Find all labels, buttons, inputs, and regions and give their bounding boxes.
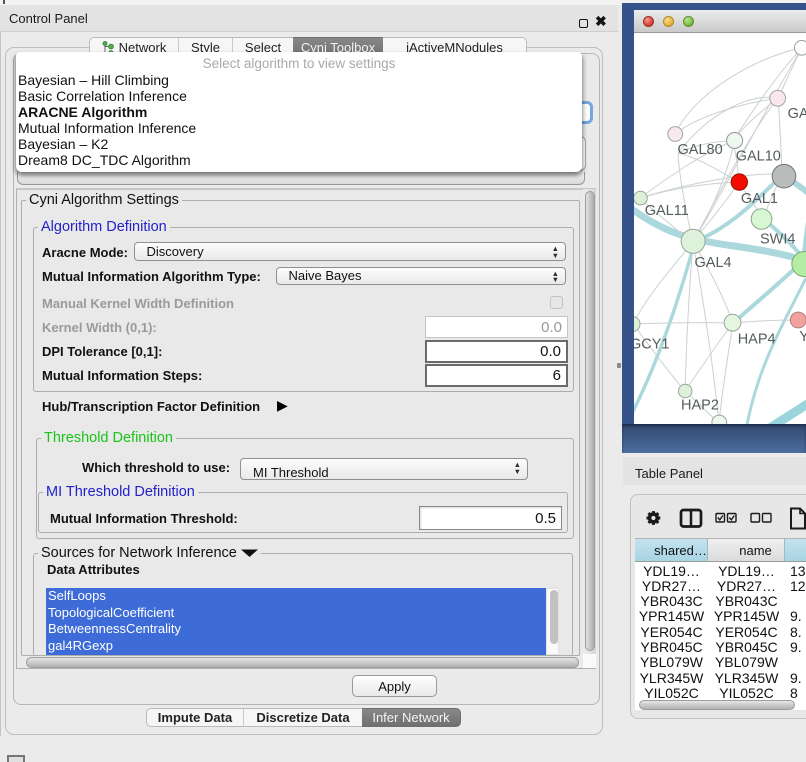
svg-text:HAP2: HAP2	[681, 397, 719, 413]
svg-text:GAL1: GAL1	[741, 191, 778, 207]
svg-text:GAL: GAL	[788, 106, 806, 122]
svg-text:GAL11: GAL11	[645, 202, 689, 218]
svg-text:GAL10: GAL10	[736, 148, 781, 164]
svg-text:SWI4: SWI4	[760, 231, 795, 247]
svg-text:GCY1: GCY1	[634, 336, 670, 352]
svg-text:GAL4: GAL4	[695, 255, 732, 271]
svg-text:GAL80: GAL80	[678, 142, 723, 158]
svg-text:Y: Y	[799, 329, 806, 345]
svg-text:HAP4: HAP4	[738, 331, 776, 347]
